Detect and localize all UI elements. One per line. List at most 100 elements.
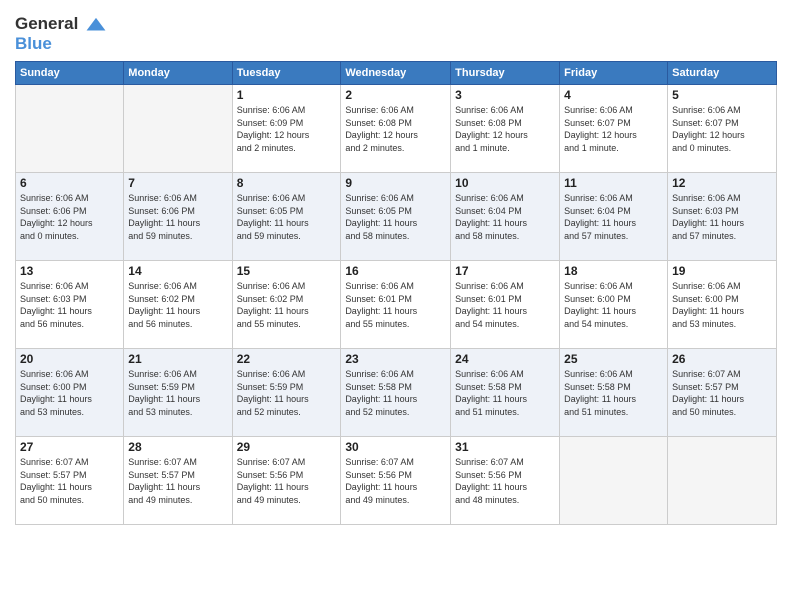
day-cell-28: 28 Sunrise: 6:07 AMSunset: 5:57 PMDayligh… (124, 437, 232, 525)
header: General Blue (15, 10, 777, 53)
day-info: Sunrise: 6:06 AMSunset: 6:02 PMDaylight:… (128, 280, 227, 330)
day-info: Sunrise: 6:06 AMSunset: 6:00 PMDaylight:… (20, 368, 119, 418)
day-cell-7: 7 Sunrise: 6:06 AMSunset: 6:06 PMDaylight… (124, 173, 232, 261)
day-header-tuesday: Tuesday (232, 62, 341, 85)
day-number: 27 (20, 440, 119, 454)
day-info: Sunrise: 6:06 AMSunset: 6:05 PMDaylight:… (237, 192, 337, 242)
day-info: Sunrise: 6:07 AMSunset: 5:57 PMDaylight:… (672, 368, 772, 418)
day-number: 25 (564, 352, 663, 366)
day-number: 2 (345, 88, 446, 102)
day-cell-2: 2 Sunrise: 6:06 AMSunset: 6:08 PMDaylight… (341, 85, 451, 173)
day-cell-30: 30 Sunrise: 6:07 AMSunset: 5:56 PMDayligh… (341, 437, 451, 525)
day-number: 22 (237, 352, 337, 366)
day-info: Sunrise: 6:07 AMSunset: 5:57 PMDaylight:… (20, 456, 119, 506)
day-info: Sunrise: 6:06 AMSunset: 6:00 PMDaylight:… (564, 280, 663, 330)
day-info: Sunrise: 6:06 AMSunset: 5:59 PMDaylight:… (128, 368, 227, 418)
day-cell-21: 21 Sunrise: 6:06 AMSunset: 5:59 PMDayligh… (124, 349, 232, 437)
day-cell-17: 17Sunrise: 6:06 AMSunset: 6:01 PMDayligh… (451, 261, 560, 349)
day-info: Sunrise: 6:06 AMSunset: 5:58 PMDaylight:… (455, 368, 555, 418)
day-number: 5 (672, 88, 772, 102)
day-info: Sunrise: 6:06 AMSunset: 6:01 PMDaylight:… (455, 280, 555, 330)
day-cell-27: 27 Sunrise: 6:07 AMSunset: 5:57 PMDayligh… (16, 437, 124, 525)
day-info: Sunrise: 6:06 AMSunset: 5:58 PMDaylight:… (345, 368, 446, 418)
empty-cell (16, 85, 124, 173)
day-number: 29 (237, 440, 337, 454)
week-row-1: 1 Sunrise: 6:06 AMSunset: 6:09 PMDaylight… (16, 85, 777, 173)
day-cell-14: 14 Sunrise: 6:06 AMSunset: 6:02 PMDayligh… (124, 261, 232, 349)
day-info: Sunrise: 6:06 AMSunset: 5:59 PMDaylight:… (237, 368, 337, 418)
day-info: Sunrise: 6:06 AMSunset: 6:09 PMDaylight:… (237, 104, 337, 154)
day-cell-16: 16 Sunrise: 6:06 AMSunset: 6:01 PMDayligh… (341, 261, 451, 349)
day-info: Sunrise: 6:07 AMSunset: 5:56 PMDaylight:… (345, 456, 446, 506)
week-row-3: 13Sunrise: 6:06 AMSunset: 6:03 PMDayligh… (16, 261, 777, 349)
day-number: 12 (672, 176, 772, 190)
day-cell-22: 22 Sunrise: 6:06 AMSunset: 5:59 PMDayligh… (232, 349, 341, 437)
day-number: 26 (672, 352, 772, 366)
empty-cell (124, 85, 232, 173)
day-cell-11: 11 Sunrise: 6:06 AMSunset: 6:04 PMDayligh… (560, 173, 668, 261)
day-cell-5: 5 Sunrise: 6:06 AMSunset: 6:07 PMDaylight… (668, 85, 777, 173)
day-info: Sunrise: 6:06 AMSunset: 6:06 PMDaylight:… (128, 192, 227, 242)
day-info: Sunrise: 6:06 AMSunset: 6:08 PMDaylight:… (455, 104, 555, 154)
day-number: 16 (345, 264, 446, 278)
day-number: 19 (672, 264, 772, 278)
day-header-monday: Monday (124, 62, 232, 85)
day-cell-18: 18 Sunrise: 6:06 AMSunset: 6:00 PMDayligh… (560, 261, 668, 349)
day-number: 4 (564, 88, 663, 102)
day-info: Sunrise: 6:06 AMSunset: 6:01 PMDaylight:… (345, 280, 446, 330)
logo-blue: Blue (15, 34, 107, 54)
day-info: Sunrise: 6:06 AMSunset: 6:07 PMDaylight:… (564, 104, 663, 154)
day-header-wednesday: Wednesday (341, 62, 451, 85)
day-cell-9: 9 Sunrise: 6:06 AMSunset: 6:05 PMDaylight… (341, 173, 451, 261)
day-header-sunday: Sunday (16, 62, 124, 85)
day-cell-19: 19 Sunrise: 6:06 AMSunset: 6:00 PMDayligh… (668, 261, 777, 349)
day-cell-4: 4 Sunrise: 6:06 AMSunset: 6:07 PMDaylight… (560, 85, 668, 173)
day-cell-23: 23Sunrise: 6:06 AMSunset: 5:58 PMDayligh… (341, 349, 451, 437)
day-number: 11 (564, 176, 663, 190)
day-number: 6 (20, 176, 119, 190)
day-info: Sunrise: 6:07 AMSunset: 5:57 PMDaylight:… (128, 456, 227, 506)
day-number: 30 (345, 440, 446, 454)
logo: General Blue (15, 14, 107, 53)
day-cell-24: 24 Sunrise: 6:06 AMSunset: 5:58 PMDayligh… (451, 349, 560, 437)
day-info: Sunrise: 6:06 AMSunset: 6:08 PMDaylight:… (345, 104, 446, 154)
day-info: Sunrise: 6:06 AMSunset: 5:58 PMDaylight:… (564, 368, 663, 418)
day-cell-20: 20 Sunrise: 6:06 AMSunset: 6:00 PMDayligh… (16, 349, 124, 437)
day-cell-3: 3 Sunrise: 6:06 AMSunset: 6:08 PMDaylight… (451, 85, 560, 173)
day-number: 15 (237, 264, 337, 278)
day-number: 8 (237, 176, 337, 190)
day-cell-12: 12Sunrise: 6:06 AMSunset: 6:03 PMDayligh… (668, 173, 777, 261)
day-info: Sunrise: 6:06 AMSunset: 6:05 PMDaylight:… (345, 192, 446, 242)
day-info: Sunrise: 6:06 AMSunset: 6:07 PMDaylight:… (672, 104, 772, 154)
day-number: 24 (455, 352, 555, 366)
day-cell-10: 10 Sunrise: 6:06 AMSunset: 6:04 PMDayligh… (451, 173, 560, 261)
day-cell-25: 25 Sunrise: 6:06 AMSunset: 5:58 PMDayligh… (560, 349, 668, 437)
day-cell-15: 15 Sunrise: 6:06 AMSunset: 6:02 PMDayligh… (232, 261, 341, 349)
day-cell-31: 31Sunrise: 6:07 AMSunset: 5:56 PMDayligh… (451, 437, 560, 525)
day-cell-8: 8 Sunrise: 6:06 AMSunset: 6:05 PMDaylight… (232, 173, 341, 261)
day-info: Sunrise: 6:06 AMSunset: 6:06 PMDaylight:… (20, 192, 119, 242)
empty-cell (560, 437, 668, 525)
day-number: 7 (128, 176, 227, 190)
day-number: 3 (455, 88, 555, 102)
day-number: 18 (564, 264, 663, 278)
day-number: 10 (455, 176, 555, 190)
day-info: Sunrise: 6:06 AMSunset: 6:02 PMDaylight:… (237, 280, 337, 330)
day-cell-29: 29 Sunrise: 6:07 AMSunset: 5:56 PMDayligh… (232, 437, 341, 525)
day-number: 14 (128, 264, 227, 278)
day-number: 1 (237, 88, 337, 102)
day-number: 20 (20, 352, 119, 366)
day-info: Sunrise: 6:06 AMSunset: 6:00 PMDaylight:… (672, 280, 772, 330)
day-number: 21 (128, 352, 227, 366)
day-number: 9 (345, 176, 446, 190)
day-header-saturday: Saturday (668, 62, 777, 85)
week-row-5: 27 Sunrise: 6:07 AMSunset: 5:57 PMDayligh… (16, 437, 777, 525)
calendar: SundayMondayTuesdayWednesdayThursdayFrid… (15, 61, 777, 525)
day-info: Sunrise: 6:06 AMSunset: 6:03 PMDaylight:… (20, 280, 119, 330)
day-cell-1: 1 Sunrise: 6:06 AMSunset: 6:09 PMDaylight… (232, 85, 341, 173)
day-info: Sunrise: 6:07 AMSunset: 5:56 PMDaylight:… (237, 456, 337, 506)
day-info: Sunrise: 6:06 AMSunset: 6:04 PMDaylight:… (564, 192, 663, 242)
day-header-friday: Friday (560, 62, 668, 85)
day-info: Sunrise: 6:06 AMSunset: 6:04 PMDaylight:… (455, 192, 555, 242)
day-number: 28 (128, 440, 227, 454)
